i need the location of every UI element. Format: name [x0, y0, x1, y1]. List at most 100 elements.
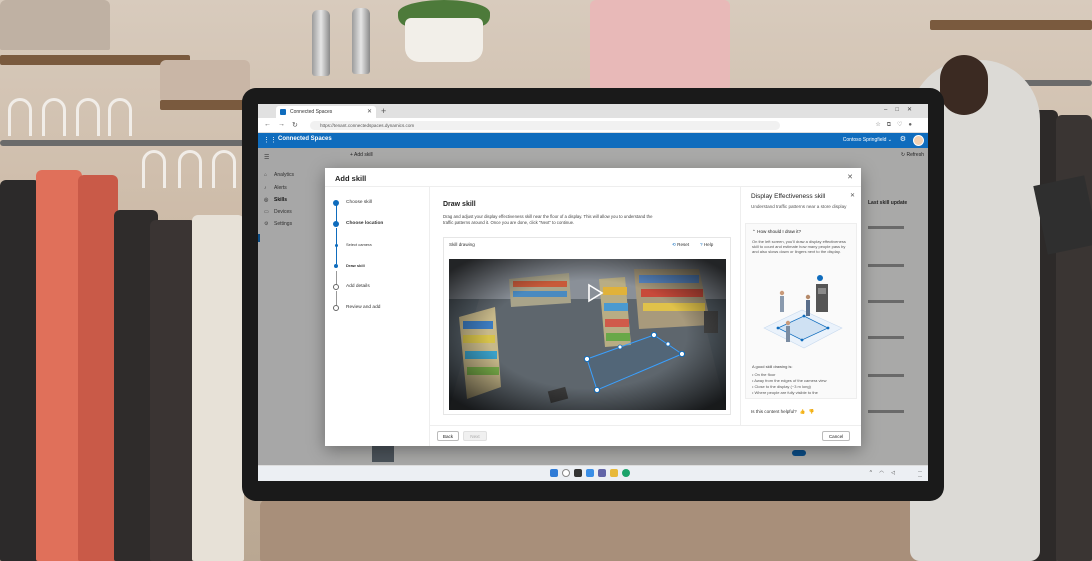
help-paragraph: On the left screen, you'll draw a displa… — [752, 239, 846, 255]
help-pane-title: Display Effectiveness skill — [751, 193, 826, 200]
file-explorer-icon[interactable] — [610, 469, 618, 477]
plant-pot — [405, 18, 483, 62]
folded-clothes — [160, 60, 250, 100]
garment — [590, 0, 730, 88]
reload-icon[interactable]: ↻ — [292, 121, 298, 129]
bottle-decor — [312, 10, 330, 76]
browser-tabbar: Connected Spaces ✕ + –□✕ — [258, 104, 928, 118]
garment — [36, 170, 82, 561]
skill-drawing-label: Skill drawing — [449, 242, 475, 247]
windows-taskbar: ^ ◠ ◁ — — — [258, 465, 928, 481]
wall-shelf — [930, 20, 1092, 30]
wall-shelf — [160, 100, 250, 110]
tab-close-icon[interactable]: ✕ — [367, 106, 372, 118]
help-pane: Display Effectiveness skill ✕ Understand… — [740, 187, 861, 425]
back-arrow-icon[interactable]: ← — [264, 121, 271, 128]
reset-button[interactable]: ⟲ Reset — [672, 242, 689, 248]
address-bar: ← → ↻ https://tenant.connectedspaces.dyn… — [258, 118, 928, 133]
shopper-head — [940, 55, 988, 115]
system-tray[interactable]: ^ ◠ ◁ — [870, 470, 898, 476]
step-complete-icon — [333, 200, 339, 206]
help-pane-subtitle: Understand traffic patterns near a store… — [751, 204, 847, 209]
app-title[interactable]: Connected Spaces — [278, 136, 332, 142]
garment — [150, 220, 196, 561]
dialog-footer: Back Next Cancel — [430, 425, 861, 446]
camera-scene — [449, 259, 726, 410]
garment — [192, 215, 244, 561]
app-launcher-icon[interactable]: ⋮⋮ — [263, 136, 277, 144]
cancel-button[interactable]: Cancel — [822, 431, 850, 441]
clock[interactable]: — — — [918, 468, 922, 478]
org-selector[interactable]: Contoso Springfield ⌄ — [843, 137, 892, 143]
org-name: Contoso Springfield — [842, 137, 887, 143]
thumbs-up-icon[interactable]: 👍 — [800, 409, 806, 414]
new-tab-button[interactable]: + — [381, 105, 386, 117]
help-label: Help — [703, 242, 714, 247]
clothing-rail — [0, 140, 250, 146]
hanger — [142, 150, 166, 188]
tab-title: Connected Spaces — [290, 109, 333, 115]
settings-gear-icon[interactable]: ⚙ — [900, 135, 906, 143]
help-button[interactable]: ? Help — [700, 242, 713, 247]
user-avatar[interactable] — [913, 135, 924, 146]
search-icon[interactable] — [562, 469, 570, 477]
forward-arrow-icon[interactable]: → — [278, 121, 285, 128]
step-complete-icon — [333, 221, 339, 227]
start-icon[interactable] — [550, 469, 558, 477]
add-skill-dialog: Add skill ✕ Choose skill Choose location… — [325, 168, 861, 446]
draw-skill-panel: Draw skill Drag and adjust your display … — [430, 187, 740, 425]
feedback-row: Is this content helpful? 👍 👎 — [751, 409, 814, 415]
camera-feed[interactable] — [449, 259, 726, 410]
task-view-icon[interactable] — [574, 469, 582, 477]
browser-tab[interactable]: Connected Spaces ✕ — [276, 106, 376, 118]
teams-icon[interactable] — [598, 469, 606, 477]
substep-dot-icon — [334, 243, 338, 247]
step-label: Choose location — [346, 221, 384, 226]
hanger — [108, 98, 132, 136]
step-label: Choose skill — [346, 200, 372, 205]
step-label: Review and add — [346, 305, 381, 310]
reset-label: Reset — [677, 242, 690, 247]
bottle-decor — [352, 8, 370, 74]
good-drawing-heading: A good skill drawing is: — [752, 364, 793, 369]
help-question-toggle[interactable]: ⌃ How should I draw it? — [752, 229, 801, 235]
step-pending-icon — [333, 284, 339, 290]
skill-drawing-card: Skill drawing ⟲ Reset ? Help — [443, 237, 731, 415]
edge-browser-icon[interactable] — [622, 469, 630, 477]
help-close-icon[interactable]: ✕ — [850, 192, 855, 199]
counter — [260, 500, 920, 561]
taskbar-apps — [550, 469, 630, 479]
browser-toolbar-icons[interactable]: ☆⧉♡● — [875, 121, 918, 129]
hanger — [42, 98, 66, 136]
dialog-close-icon[interactable]: ✕ — [847, 173, 853, 181]
good-drawing-list: On the floor Away from the edges of the … — [752, 372, 826, 396]
step-label: Add details — [346, 284, 370, 289]
hanger — [76, 98, 100, 136]
screen: Connected Spaces ✕ + –□✕ ← → ↻ https://t… — [258, 104, 928, 481]
help-card: ⌃ How should I draw it? On the left scre… — [745, 223, 857, 399]
window-controls[interactable]: –□✕ — [884, 106, 920, 113]
hanger — [8, 98, 32, 136]
panel-title: Draw skill — [443, 201, 476, 208]
thumbs-down-icon[interactable]: 👎 — [808, 409, 814, 414]
wizard-steps: Choose skill Choose location Select came… — [325, 187, 430, 446]
panel-description: Drag and adjust your display effectivene… — [443, 214, 653, 225]
dialog-title: Add skill — [335, 174, 367, 183]
step-pending-icon — [333, 305, 339, 311]
app-header: ⋮⋮ Connected Spaces Contoso Springfield … — [258, 133, 928, 148]
hanger — [212, 150, 236, 188]
skill-illustration — [763, 275, 843, 349]
store-background: Connected Spaces ✕ + –□✕ ← → ↻ https://t… — [0, 0, 1092, 561]
garment — [0, 180, 40, 561]
hanger — [178, 150, 202, 188]
url-field[interactable]: https://tenant.connectedspaces.dynamics.… — [310, 121, 780, 130]
step-label: Select camera — [346, 242, 372, 247]
help-icon: ? — [700, 242, 703, 247]
feedback-question: Is this content helpful? — [751, 409, 797, 414]
current-step-icon — [334, 264, 338, 268]
folded-clothes — [0, 0, 110, 50]
back-button[interactable]: Back — [437, 431, 459, 441]
widgets-icon[interactable] — [586, 469, 594, 477]
next-button[interactable]: Next — [463, 431, 487, 441]
step-label: Draw skill — [346, 263, 365, 268]
